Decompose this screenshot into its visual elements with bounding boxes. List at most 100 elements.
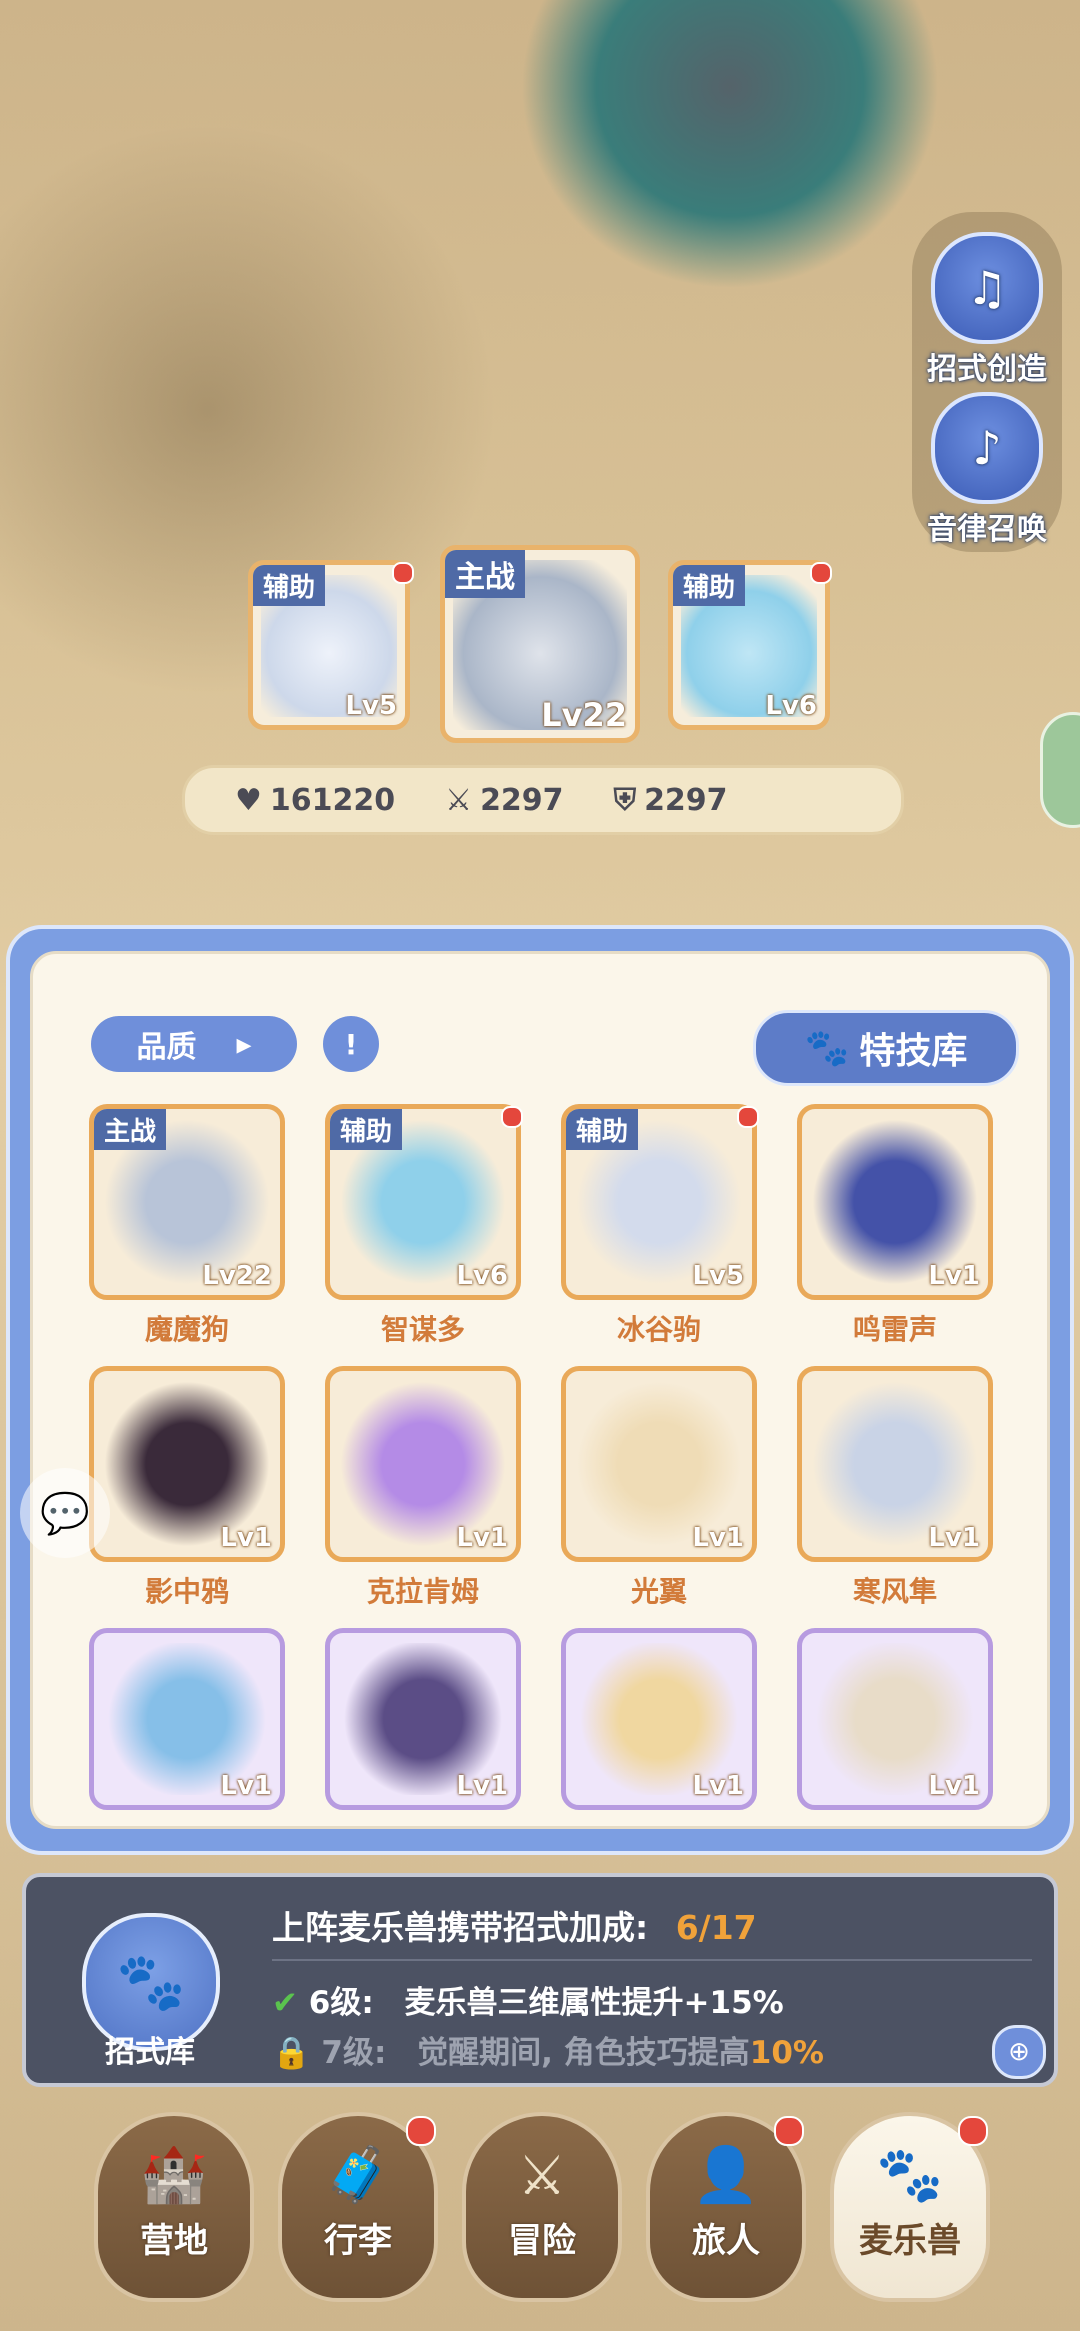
chest-icon: 🧳: [324, 2143, 392, 2206]
chat-icon: 💬: [40, 1490, 90, 1537]
pet-name: 影中鸦: [144, 1575, 229, 1608]
bonus-text: 觉醒期间, 角色技巧提高: [417, 2035, 750, 2071]
team-level: Lv22: [541, 696, 627, 734]
pet-name: 光翼: [630, 1575, 687, 1608]
quality-sort-button[interactable]: 品质 ▸: [91, 1016, 297, 1072]
pet-level: Lv1: [220, 1771, 272, 1801]
bonus-text: 麦乐兽三维属性提升+15%: [404, 1985, 784, 2021]
team-tag: 主战: [445, 550, 525, 598]
pet-level: Lv1: [928, 1771, 980, 1801]
notification-dot: [958, 2116, 988, 2146]
bonus-title-text: 上阵麦乐兽携带招式加成:: [272, 1908, 649, 1947]
bonus-highlight: 10%: [749, 2035, 824, 2071]
paw-icon: 🐾: [804, 1028, 850, 1069]
team-level: Lv5: [345, 691, 397, 721]
pet-level: Lv1: [692, 1771, 744, 1801]
pet-level: Lv1: [456, 1523, 508, 1553]
hp-value: 161220: [269, 782, 396, 818]
check-icon: ✔: [272, 1985, 298, 2021]
pet-level: Lv1: [928, 1261, 980, 1291]
bonus-line-unlocked: ✔ 6级: 麦乐兽三维属性提升+15%: [272, 1977, 784, 2022]
sort-arrow-icon: ▸: [236, 1026, 252, 1062]
pet-name: 智谋多: [380, 1313, 465, 1346]
pet-card[interactable]: Lv5 辅助: [561, 1104, 757, 1300]
pet-level: Lv1: [928, 1523, 980, 1553]
nav-adventure-button[interactable]: ⚔ 冒险: [462, 2112, 622, 2302]
pet-name: 克拉肯姆: [366, 1575, 479, 1608]
side-edge-button[interactable]: [1040, 712, 1080, 828]
nav-camp-button[interactable]: 🏰 营地: [94, 2112, 254, 2302]
skill-library-button[interactable]: 🐾 特技库: [753, 1010, 1019, 1086]
pet-card[interactable]: Lv22 主战: [89, 1104, 285, 1300]
notification-dot: [501, 1106, 523, 1128]
crossed-swords-icon: ⚔: [517, 2144, 567, 2207]
team-stats-bar: ♥ 161220 ⚔ 2297 ⛨ 2297: [182, 765, 904, 835]
info-icon: !: [344, 1027, 358, 1061]
melody-summon-label: 音律召唤: [927, 512, 1047, 547]
pet-name: 寒风隼: [852, 1575, 937, 1608]
notification-dot: [737, 1106, 759, 1128]
quality-sort-label: 品质: [136, 1030, 197, 1065]
shield-icon: ⛨: [613, 782, 637, 818]
pet-tag: 主战: [94, 1109, 167, 1150]
pet-card[interactable]: Lv1: [797, 1628, 993, 1810]
pet-name: 鸣雷声: [852, 1313, 937, 1346]
team-slot-support-right[interactable]: 辅助 Lv6: [668, 560, 830, 730]
pet-icon: 🐾: [876, 2143, 944, 2206]
move-create-button[interactable]: ♫ 招式创造: [912, 232, 1062, 388]
chat-button[interactable]: 💬: [20, 1468, 110, 1558]
pet-name: 魔魔狗: [144, 1313, 229, 1346]
pet-card[interactable]: Lv1: [561, 1628, 757, 1810]
team-tag: 辅助: [253, 565, 326, 606]
defense-stat: ⛨ 2297: [614, 783, 728, 818]
team-slot-support-left[interactable]: 辅助 Lv5: [248, 560, 410, 730]
notification-dot: [774, 2116, 804, 2146]
team-slot-main[interactable]: 主战 Lv22: [440, 545, 640, 743]
pet-name: 冰谷驹: [616, 1313, 701, 1346]
defense-value: 2297: [644, 782, 728, 818]
notification-dot: [406, 2116, 436, 2146]
pet-card[interactable]: Lv1: [797, 1104, 993, 1300]
pet-tag: 辅助: [566, 1109, 639, 1150]
divider: [272, 1959, 1032, 1961]
pet-card[interactable]: Lv6 辅助: [325, 1104, 521, 1300]
nav-label: 行李: [324, 2221, 392, 2261]
pet-level: Lv22: [202, 1261, 272, 1291]
zoom-button[interactable]: ⊕: [992, 2025, 1046, 2079]
pet-level: Lv1: [692, 1523, 744, 1553]
move-library-label: 招式库: [105, 2035, 195, 2070]
pet-card[interactable]: Lv1: [325, 1628, 521, 1810]
notification-dot: [392, 562, 414, 584]
nav-label: 旅人: [692, 2221, 760, 2261]
attack-value: 2297: [480, 782, 564, 818]
hp-stat: ♥ 161220: [235, 783, 395, 818]
skill-library-label: 特技库: [859, 1031, 968, 1072]
bonus-line-locked: 🔒 7级: 觉醒期间, 角色技巧提高10%: [272, 2027, 824, 2072]
attack-stat: ⚔ 2297: [445, 783, 563, 818]
pet-card[interactable]: Lv1: [89, 1366, 285, 1562]
paw-icon: 🐾: [116, 1950, 186, 2015]
bonus-level: 7级:: [321, 2035, 387, 2071]
move-create-label: 招式创造: [927, 352, 1047, 387]
melody-summon-button[interactable]: ♪ 音律召唤: [912, 392, 1062, 548]
pet-card[interactable]: Lv1: [561, 1366, 757, 1562]
crossed-swords-icon: ⚔: [445, 782, 473, 818]
book-music-icon: ♫: [931, 232, 1043, 344]
pet-list-inner: 品质 ▸ ! 🐾 特技库 Lv22 主战 魔魔狗 Lv6 辅助 智谋多 Lv5 辅助 冰谷驹 Lv…: [30, 951, 1050, 1829]
bonus-title: 上阵麦乐兽携带招式加成: 6/17: [272, 1901, 757, 1949]
pet-card[interactable]: Lv1: [89, 1628, 285, 1810]
pet-card[interactable]: Lv1: [797, 1366, 993, 1562]
pet-level: Lv6: [456, 1261, 508, 1291]
pet-card[interactable]: Lv1: [325, 1366, 521, 1562]
bonus-level: 6级:: [308, 1985, 374, 2021]
lock-icon: 🔒: [272, 2035, 311, 2071]
magnifier-icon: ⊕: [1008, 2037, 1030, 2067]
heart-icon: ♥: [235, 782, 262, 818]
nav-label: 冒险: [508, 2221, 576, 2261]
info-button[interactable]: !: [323, 1016, 379, 1072]
pet-list-panel: 品质 ▸ ! 🐾 特技库 Lv22 主战 魔魔狗 Lv6 辅助 智谋多 Lv5 辅助 冰谷驹 Lv…: [6, 925, 1074, 1855]
nav-label: 营地: [140, 2221, 208, 2261]
pet-level: Lv5: [692, 1261, 744, 1291]
nav-label: 麦乐兽: [859, 2221, 961, 2261]
move-bonus-panel: 🐾 招式库 上阵麦乐兽携带招式加成: 6/17 ✔ 6级: 麦乐兽三维属性提升+…: [22, 1873, 1058, 2087]
